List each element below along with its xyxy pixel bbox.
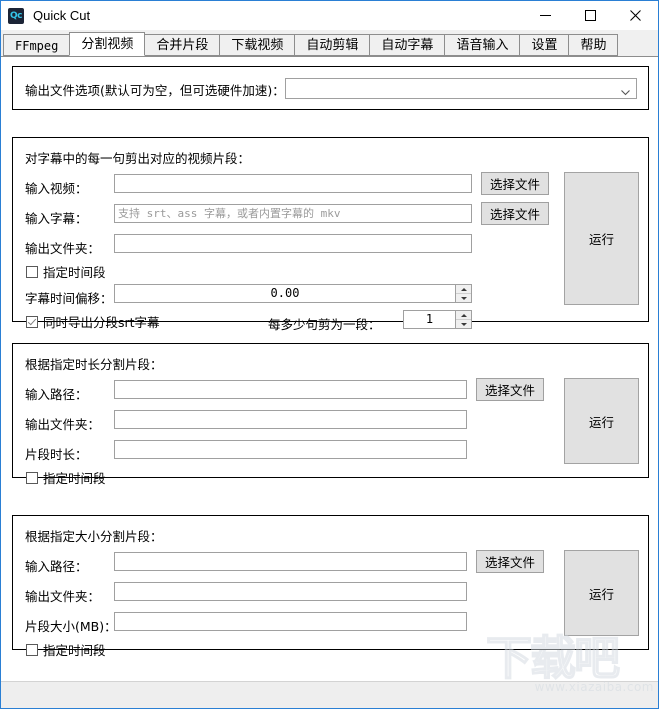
tab-auto-subtitle[interactable]: 自动字幕 (369, 34, 446, 56)
app-icon: Qc (8, 7, 24, 24)
input-path-field-duration[interactable] (114, 380, 467, 399)
spinner-up-icon[interactable] (456, 285, 471, 294)
time-range-checkbox-duration[interactable]: 指定时间段 (26, 468, 106, 487)
output-folder-field-size[interactable] (114, 582, 467, 601)
time-range-label-subtitle: 指定时间段 (43, 265, 106, 280)
tab-split-video[interactable]: 分割视频 (69, 32, 146, 56)
export-srt-checkbox[interactable]: 同时导出分段srt字幕 (26, 312, 160, 331)
checkbox-box (26, 265, 38, 278)
tab-settings[interactable]: 设置 (519, 34, 570, 56)
close-icon[interactable] (613, 1, 658, 30)
checkbox-box (26, 643, 38, 656)
split-by-subtitle-title: 对字幕中的每一句剪出对应的视频片段： (25, 151, 251, 166)
tab-voice-input[interactable]: 语音输入 (444, 34, 521, 56)
output-folder-label-duration: 输出文件夹： (25, 417, 101, 432)
output-folder-field-subtitle[interactable] (114, 234, 472, 253)
input-path-browse-button-duration[interactable]: 选择文件 (476, 378, 544, 401)
segment-duration-field[interactable] (114, 440, 467, 459)
app-window: Qc Quick Cut FFmpeg 分割视频 合并片段 下载视频 自动剪辑 … (0, 0, 659, 709)
output-options-combobox[interactable] (285, 78, 637, 99)
checkbox-box (26, 471, 38, 484)
time-range-checkbox-size[interactable]: 指定时间段 (26, 640, 106, 659)
checkbox-box (26, 315, 38, 328)
input-path-label-size: 输入路径： (25, 559, 88, 574)
tab-ffmpeg[interactable]: FFmpeg (3, 34, 71, 56)
segment-duration-label: 片段时长： (25, 447, 88, 462)
subtitle-offset-value: 0.00 (270, 286, 300, 300)
input-subtitle-label: 输入字幕： (25, 211, 88, 226)
output-options-label: 输出文件选项(默认可为空，但可选硬件加速)： (25, 83, 285, 98)
input-video-field[interactable] (114, 174, 472, 193)
title-bar: Qc Quick Cut (1, 1, 658, 30)
status-bar (1, 681, 658, 708)
spinner-up-icon[interactable] (456, 311, 471, 320)
minimize-icon[interactable] (523, 1, 568, 30)
input-subtitle-field[interactable]: 支持 srt、ass 字幕，或者内置字幕的 mkv (114, 204, 472, 223)
group-split-by-subtitle: 对字幕中的每一句剪出对应的视频片段： 输入视频： 选择文件 输入字幕： 支持 s… (12, 137, 649, 332)
output-folder-field-duration[interactable] (114, 410, 467, 429)
maximize-icon[interactable] (568, 1, 613, 30)
chevron-down-icon (621, 85, 630, 99)
tab-merge-clips[interactable]: 合并片段 (144, 34, 221, 56)
subtitle-offset-label: 字幕时间偏移： (25, 291, 113, 306)
group-split-by-size: 根据指定大小分割片段： 输入路径： 选择文件 输出文件夹： 片段大小(MB)： … (12, 515, 649, 658)
input-video-label: 输入视频： (25, 181, 88, 196)
spinner-buttons[interactable] (455, 311, 471, 328)
tab-help[interactable]: 帮助 (568, 34, 619, 56)
per-sentence-spinner[interactable]: 1 (403, 310, 472, 329)
per-sentence-value: 1 (425, 312, 434, 326)
split-by-size-title: 根据指定大小分割片段： (25, 529, 163, 544)
output-folder-label-size: 输出文件夹： (25, 589, 101, 604)
tab-download-video[interactable]: 下载视频 (219, 34, 296, 56)
subtitle-offset-spinner[interactable]: 0.00 (114, 284, 472, 303)
input-video-browse-button[interactable]: 选择文件 (481, 172, 549, 195)
input-subtitle-browse-button[interactable]: 选择文件 (481, 202, 549, 225)
export-srt-label: 同时导出分段srt字幕 (43, 315, 160, 330)
output-folder-label-subtitle: 输出文件夹： (25, 241, 101, 256)
spinner-down-icon[interactable] (456, 320, 471, 328)
spinner-buttons[interactable] (455, 285, 471, 302)
group-output-options: 输出文件选项(默认可为空，但可选硬件加速)： (12, 66, 649, 110)
input-path-label-duration: 输入路径： (25, 387, 88, 402)
window-title: Quick Cut (33, 8, 91, 23)
spinner-down-icon[interactable] (456, 294, 471, 302)
segment-size-field[interactable] (114, 612, 467, 631)
group-split-by-duration: 根据指定时长分割片段： 输入路径： 选择文件 输出文件夹： 片段时长： 指定时间… (12, 343, 649, 486)
run-button-duration[interactable]: 运行 (564, 378, 639, 464)
run-button-subtitle[interactable]: 运行 (564, 172, 639, 305)
input-path-field-size[interactable] (114, 552, 467, 571)
tab-bar: FFmpeg 分割视频 合并片段 下载视频 自动剪辑 自动字幕 语音输入 设置 … (1, 30, 658, 57)
time-range-label-size: 指定时间段 (43, 643, 106, 658)
tab-auto-edit[interactable]: 自动剪辑 (294, 34, 371, 56)
window-controls (523, 1, 658, 30)
segment-size-label: 片段大小(MB)： (25, 619, 117, 634)
split-by-duration-title: 根据指定时长分割片段： (25, 357, 163, 372)
tab-panel-split-video: 输出文件选项(默认可为空，但可选硬件加速)： 对字幕中的每一句剪出对应的视频片段… (1, 57, 658, 681)
time-range-label-duration: 指定时间段 (43, 471, 106, 486)
per-sentence-label: 每多少句剪为一段： (268, 317, 381, 332)
run-button-size[interactable]: 运行 (564, 550, 639, 636)
time-range-checkbox-subtitle[interactable]: 指定时间段 (26, 262, 106, 281)
input-path-browse-button-size[interactable]: 选择文件 (476, 550, 544, 573)
